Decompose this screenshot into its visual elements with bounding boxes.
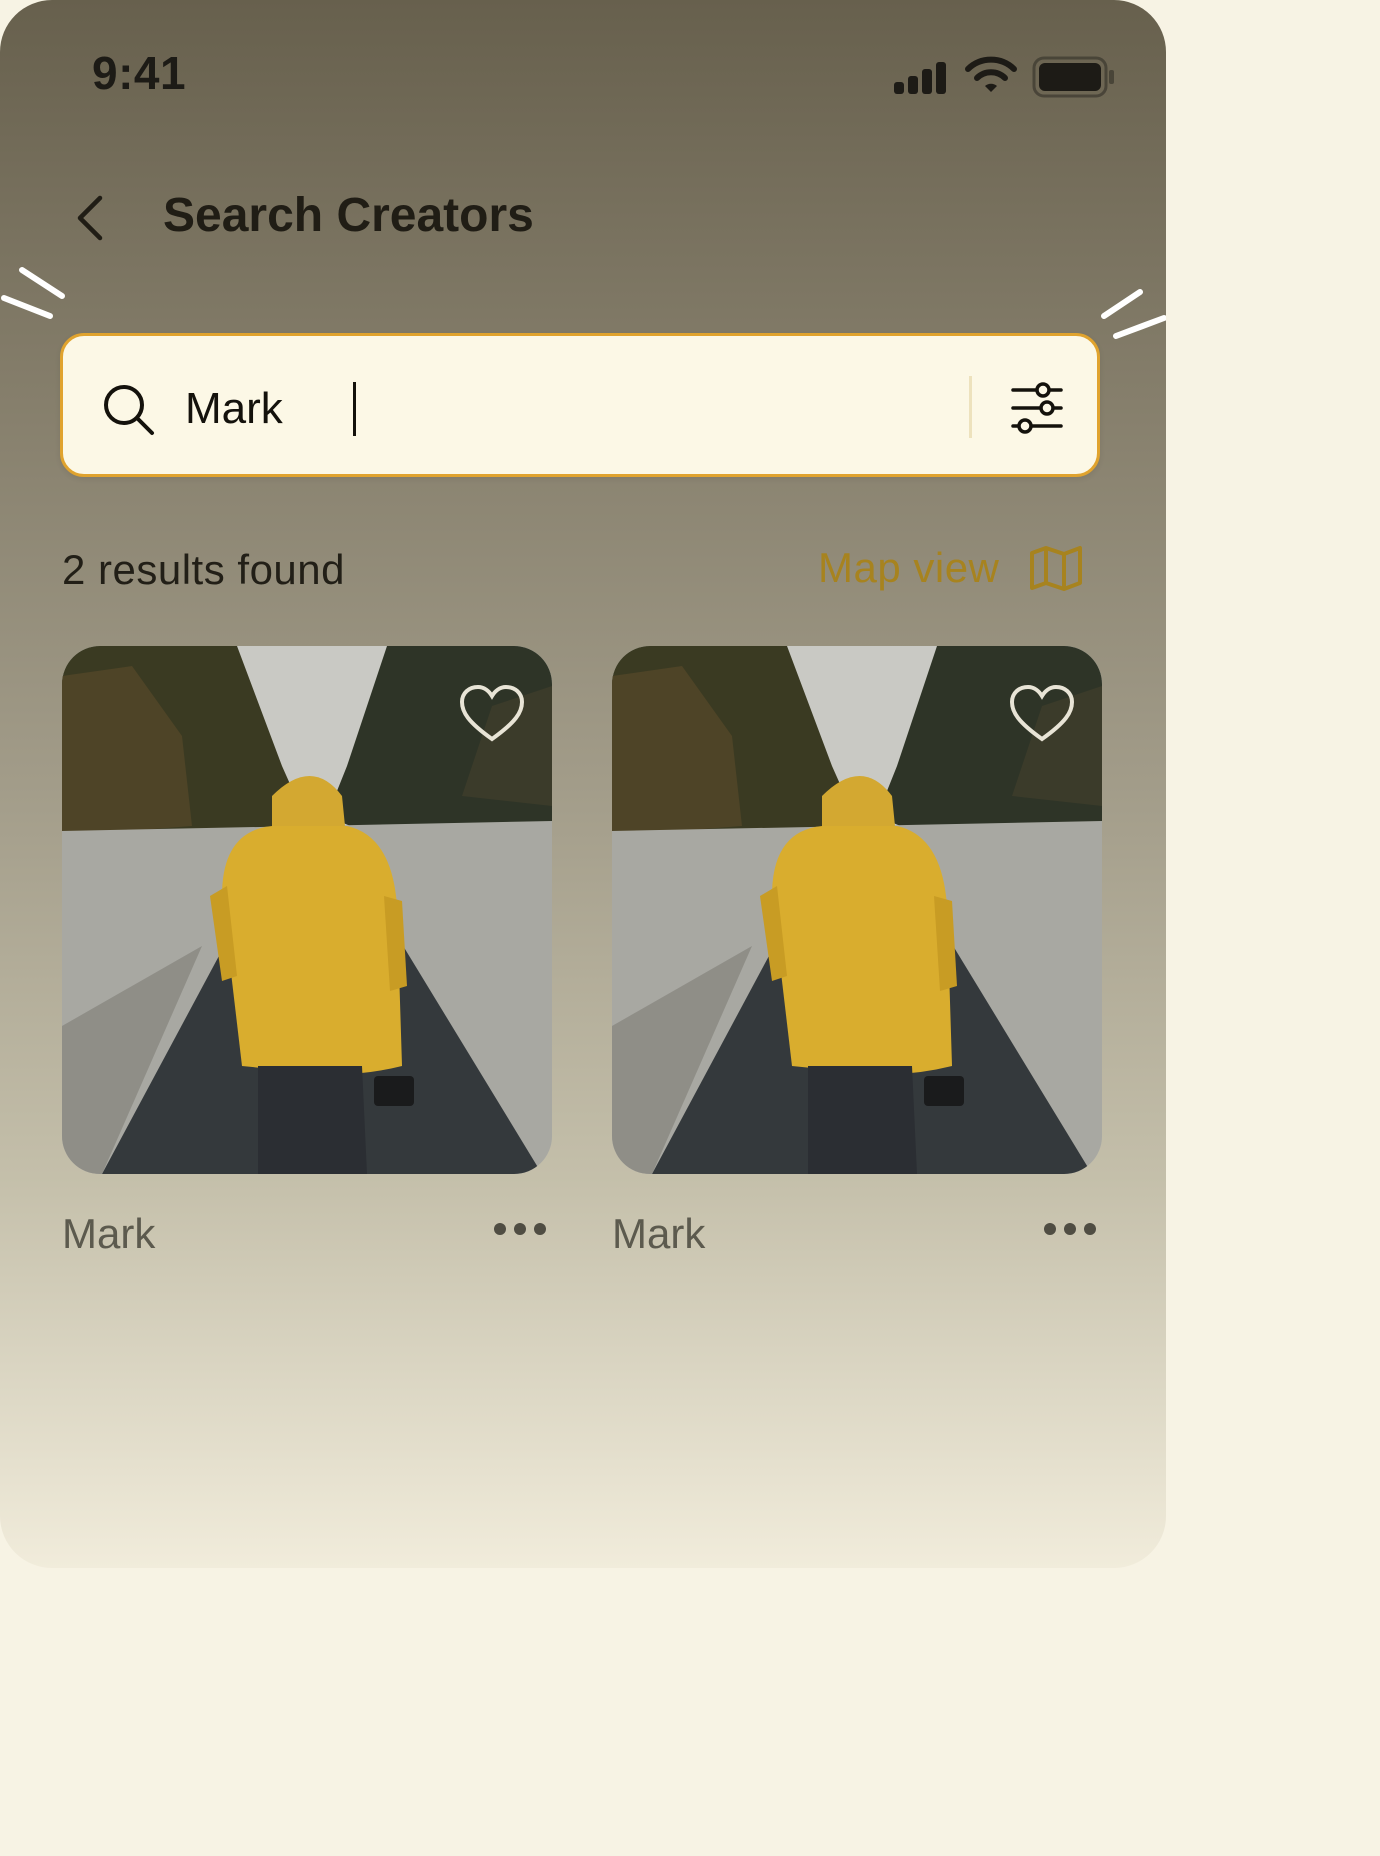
heart-icon[interactable] [1008,684,1076,744]
page-title: Search Creators [163,189,534,242]
phone-screen: 9:41 Search Creators Mark 2 results foun… [0,0,1166,1568]
wifi-icon [965,56,1017,92]
search-bar[interactable]: Mark [60,333,1100,477]
sparkle-left-decoration [1,267,65,319]
creator-card[interactable]: Mark [62,646,552,1257]
more-options-icon[interactable] [1042,1220,1098,1238]
heart-icon[interactable] [458,684,526,744]
search-icon [104,385,154,435]
creator-card[interactable]: Mark [612,646,1102,1257]
sparkle-right-decoration [1101,289,1166,339]
search-input[interactable]: Mark [185,384,283,434]
map-view-link[interactable]: Map view [818,544,1083,592]
map-view-label: Map view [818,544,1000,591]
back-arrow-icon[interactable] [70,192,118,244]
more-options-icon[interactable] [492,1220,548,1238]
creator-photo[interactable] [62,646,552,1174]
battery-icon [1032,56,1114,98]
search-divider [969,376,972,438]
creator-name: Mark [62,1210,156,1257]
status-time: 9:41 [92,47,187,99]
map-icon [1030,546,1083,591]
creator-photo[interactable] [612,646,1102,1174]
results-count: 2 results found [62,546,346,593]
creator-name: Mark [612,1210,706,1257]
filter-icon[interactable] [1011,382,1063,434]
signal-icon [894,62,946,94]
text-cursor [353,382,356,436]
